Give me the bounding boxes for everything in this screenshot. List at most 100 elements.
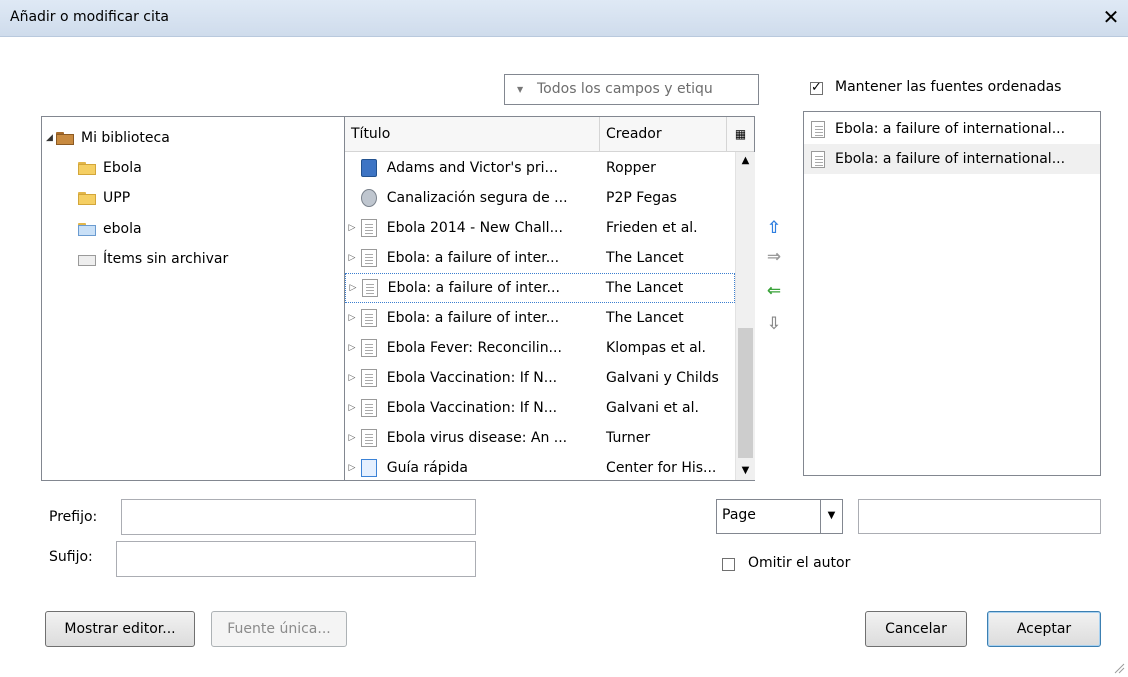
single-source-button[interactable]: Fuente única... bbox=[211, 611, 347, 647]
row-title: Ebola Fever: Reconcilin... bbox=[386, 340, 562, 356]
tree-item-my-library[interactable]: ◢ Mi biblioteca bbox=[46, 127, 170, 149]
document-icon bbox=[360, 219, 377, 237]
person-icon bbox=[360, 189, 377, 207]
expand-arrow-icon[interactable]: ▷ bbox=[345, 433, 359, 443]
row-creator: Turner bbox=[606, 430, 651, 446]
table-row[interactable]: ▷ Ebola: a failure of inter... The Lance… bbox=[345, 243, 735, 273]
citation-item-selected[interactable]: Ebola: a failure of international... bbox=[804, 144, 1100, 174]
document-icon bbox=[360, 429, 377, 447]
tree-item-ebola-saved-search[interactable]: ebola bbox=[78, 218, 142, 240]
tree-item-label: ebola bbox=[103, 221, 142, 237]
row-creator: Center for His... bbox=[606, 460, 717, 476]
move-down-icon[interactable]: ⇩ bbox=[764, 314, 784, 334]
locator-type-value: Page bbox=[722, 507, 756, 523]
title-bar: Añadir o modificar cita ✕ bbox=[0, 0, 1128, 37]
cancel-button[interactable]: Cancelar bbox=[865, 611, 967, 647]
table-row[interactable]: Canalización segura de ... P2P Fegas bbox=[345, 183, 735, 213]
table-row[interactable]: Adams and Victor's pri... Ropper bbox=[345, 153, 735, 183]
row-creator: P2P Fegas bbox=[606, 190, 677, 206]
row-creator: Galvani et al. bbox=[606, 400, 699, 416]
collapse-arrow-icon[interactable]: ◢ bbox=[46, 133, 54, 143]
row-title: Guía rápida bbox=[386, 460, 468, 476]
items-table: Título Creador ▦ Adams and Victor's pri.… bbox=[344, 116, 755, 481]
add-citation-dialog: Añadir o modificar cita ✕ ▼ Todos los ca… bbox=[0, 0, 1128, 677]
row-title: Ebola: a failure of inter... bbox=[387, 280, 560, 296]
row-title: Ebola Vaccination: If N... bbox=[386, 400, 558, 416]
row-title: Ebola virus disease: An ... bbox=[386, 430, 568, 446]
row-creator: The Lancet bbox=[606, 250, 684, 266]
search-input[interactable]: ▼ Todos los campos y etiqu bbox=[504, 74, 759, 105]
table-row[interactable]: ▷ Guía rápida Center for His... bbox=[345, 453, 735, 483]
close-button[interactable]: ✕ bbox=[1100, 7, 1122, 29]
citation-title: Ebola: a failure of international... bbox=[835, 151, 1066, 167]
row-title: Canalización segura de ... bbox=[386, 190, 568, 206]
row-creator: Ropper bbox=[606, 160, 656, 176]
table-row[interactable]: ▷ Ebola: a failure of inter... The Lance… bbox=[345, 303, 735, 333]
expand-arrow-icon[interactable]: ▷ bbox=[345, 343, 359, 353]
expand-arrow-icon[interactable]: ▷ bbox=[346, 283, 360, 293]
citation-item[interactable]: Ebola: a failure of international... bbox=[804, 114, 1100, 144]
folder-icon bbox=[78, 191, 96, 205]
tree-item-upp-folder[interactable]: UPP bbox=[78, 187, 130, 209]
row-creator: Frieden et al. bbox=[606, 220, 698, 236]
expand-arrow-icon[interactable]: ▷ bbox=[345, 253, 359, 263]
items-scrollbar[interactable]: ▲ ▼ bbox=[735, 152, 755, 480]
tree-item-label: UPP bbox=[103, 190, 131, 206]
suffix-input[interactable] bbox=[116, 541, 476, 577]
column-header-title[interactable]: Título bbox=[345, 117, 600, 151]
search-mode-dropdown-icon[interactable]: ▼ bbox=[517, 85, 523, 94]
table-row[interactable]: ▷ Ebola Vaccination: If N... Galvani y C… bbox=[345, 363, 735, 393]
document-icon bbox=[360, 309, 377, 327]
prefix-input[interactable] bbox=[121, 499, 476, 535]
table-row[interactable]: ▷ Ebola Fever: Reconcilin... Klompas et … bbox=[345, 333, 735, 363]
accept-button[interactable]: Aceptar bbox=[987, 611, 1101, 647]
add-citation-arrow-icon[interactable]: ⇒ bbox=[764, 247, 784, 267]
row-creator: The Lancet bbox=[606, 310, 684, 326]
folder-icon bbox=[78, 161, 96, 175]
expand-arrow-icon[interactable]: ▷ bbox=[345, 313, 359, 323]
table-row[interactable]: ▷ Ebola virus disease: An ... Turner bbox=[345, 423, 735, 453]
table-row[interactable]: ▷ Ebola 2014 - New Chall... Frieden et a… bbox=[345, 213, 735, 243]
expand-arrow-icon[interactable]: ▷ bbox=[345, 373, 359, 383]
table-header: Título Creador ▦ bbox=[345, 117, 754, 152]
remove-citation-arrow-icon[interactable]: ⇐ bbox=[764, 281, 784, 301]
expand-arrow-icon[interactable]: ▷ bbox=[345, 463, 359, 473]
scroll-up-icon[interactable]: ▲ bbox=[736, 152, 755, 170]
locator-value-input[interactable] bbox=[858, 499, 1101, 534]
omit-author-checkbox[interactable] bbox=[722, 558, 735, 571]
unfiled-items-icon bbox=[78, 253, 96, 266]
document-icon bbox=[811, 150, 825, 168]
tree-item-ebola-folder[interactable]: Ebola bbox=[78, 157, 142, 179]
dialog-title: Añadir o modificar cita bbox=[10, 9, 169, 25]
keep-sorted-label: Mantener las fuentes ordenadas bbox=[835, 79, 1062, 95]
move-up-icon[interactable]: ⇧ bbox=[764, 218, 784, 238]
library-icon bbox=[56, 131, 74, 145]
column-header-creator[interactable]: Creador bbox=[600, 117, 727, 151]
table-row-selected[interactable]: ▷ Ebola: a failure of inter... The Lance… bbox=[345, 273, 735, 303]
locator-type-select[interactable]: Page ▼ bbox=[716, 499, 843, 534]
resize-grip-icon[interactable] bbox=[1113, 662, 1125, 674]
citation-list: Ebola: a failure of international... Ebo… bbox=[803, 111, 1101, 476]
document-icon bbox=[811, 120, 825, 138]
collections-tree: ◢ Mi biblioteca Ebola UPP ebola Ítems si… bbox=[41, 116, 344, 481]
show-editor-button[interactable]: Mostrar editor... bbox=[45, 611, 195, 647]
keep-sorted-checkbox[interactable]: ✓ bbox=[810, 80, 823, 95]
table-row[interactable]: ▷ Ebola Vaccination: If N... Galvani et … bbox=[345, 393, 735, 423]
column-picker-icon[interactable]: ▦ bbox=[727, 117, 754, 151]
tree-item-label: Ítems sin archivar bbox=[103, 251, 229, 267]
tree-item-label: Ebola bbox=[103, 160, 142, 176]
expand-arrow-icon[interactable]: ▷ bbox=[345, 223, 359, 233]
expand-arrow-icon[interactable]: ▷ bbox=[345, 403, 359, 413]
document-icon bbox=[360, 369, 377, 387]
search-placeholder: Todos los campos y etiqu bbox=[537, 81, 713, 97]
document-icon bbox=[360, 249, 377, 267]
scroll-down-icon[interactable]: ▼ bbox=[736, 462, 755, 480]
citation-title: Ebola: a failure of international... bbox=[835, 121, 1066, 137]
prefix-label: Prefijo: bbox=[49, 509, 98, 525]
scrollbar-thumb[interactable] bbox=[738, 328, 753, 458]
row-title: Adams and Victor's pri... bbox=[386, 160, 558, 176]
tree-item-unfiled[interactable]: Ítems sin archivar bbox=[78, 248, 228, 270]
chevron-down-icon[interactable]: ▼ bbox=[820, 500, 842, 533]
document-icon bbox=[360, 399, 377, 417]
suffix-label: Sufijo: bbox=[49, 549, 93, 565]
